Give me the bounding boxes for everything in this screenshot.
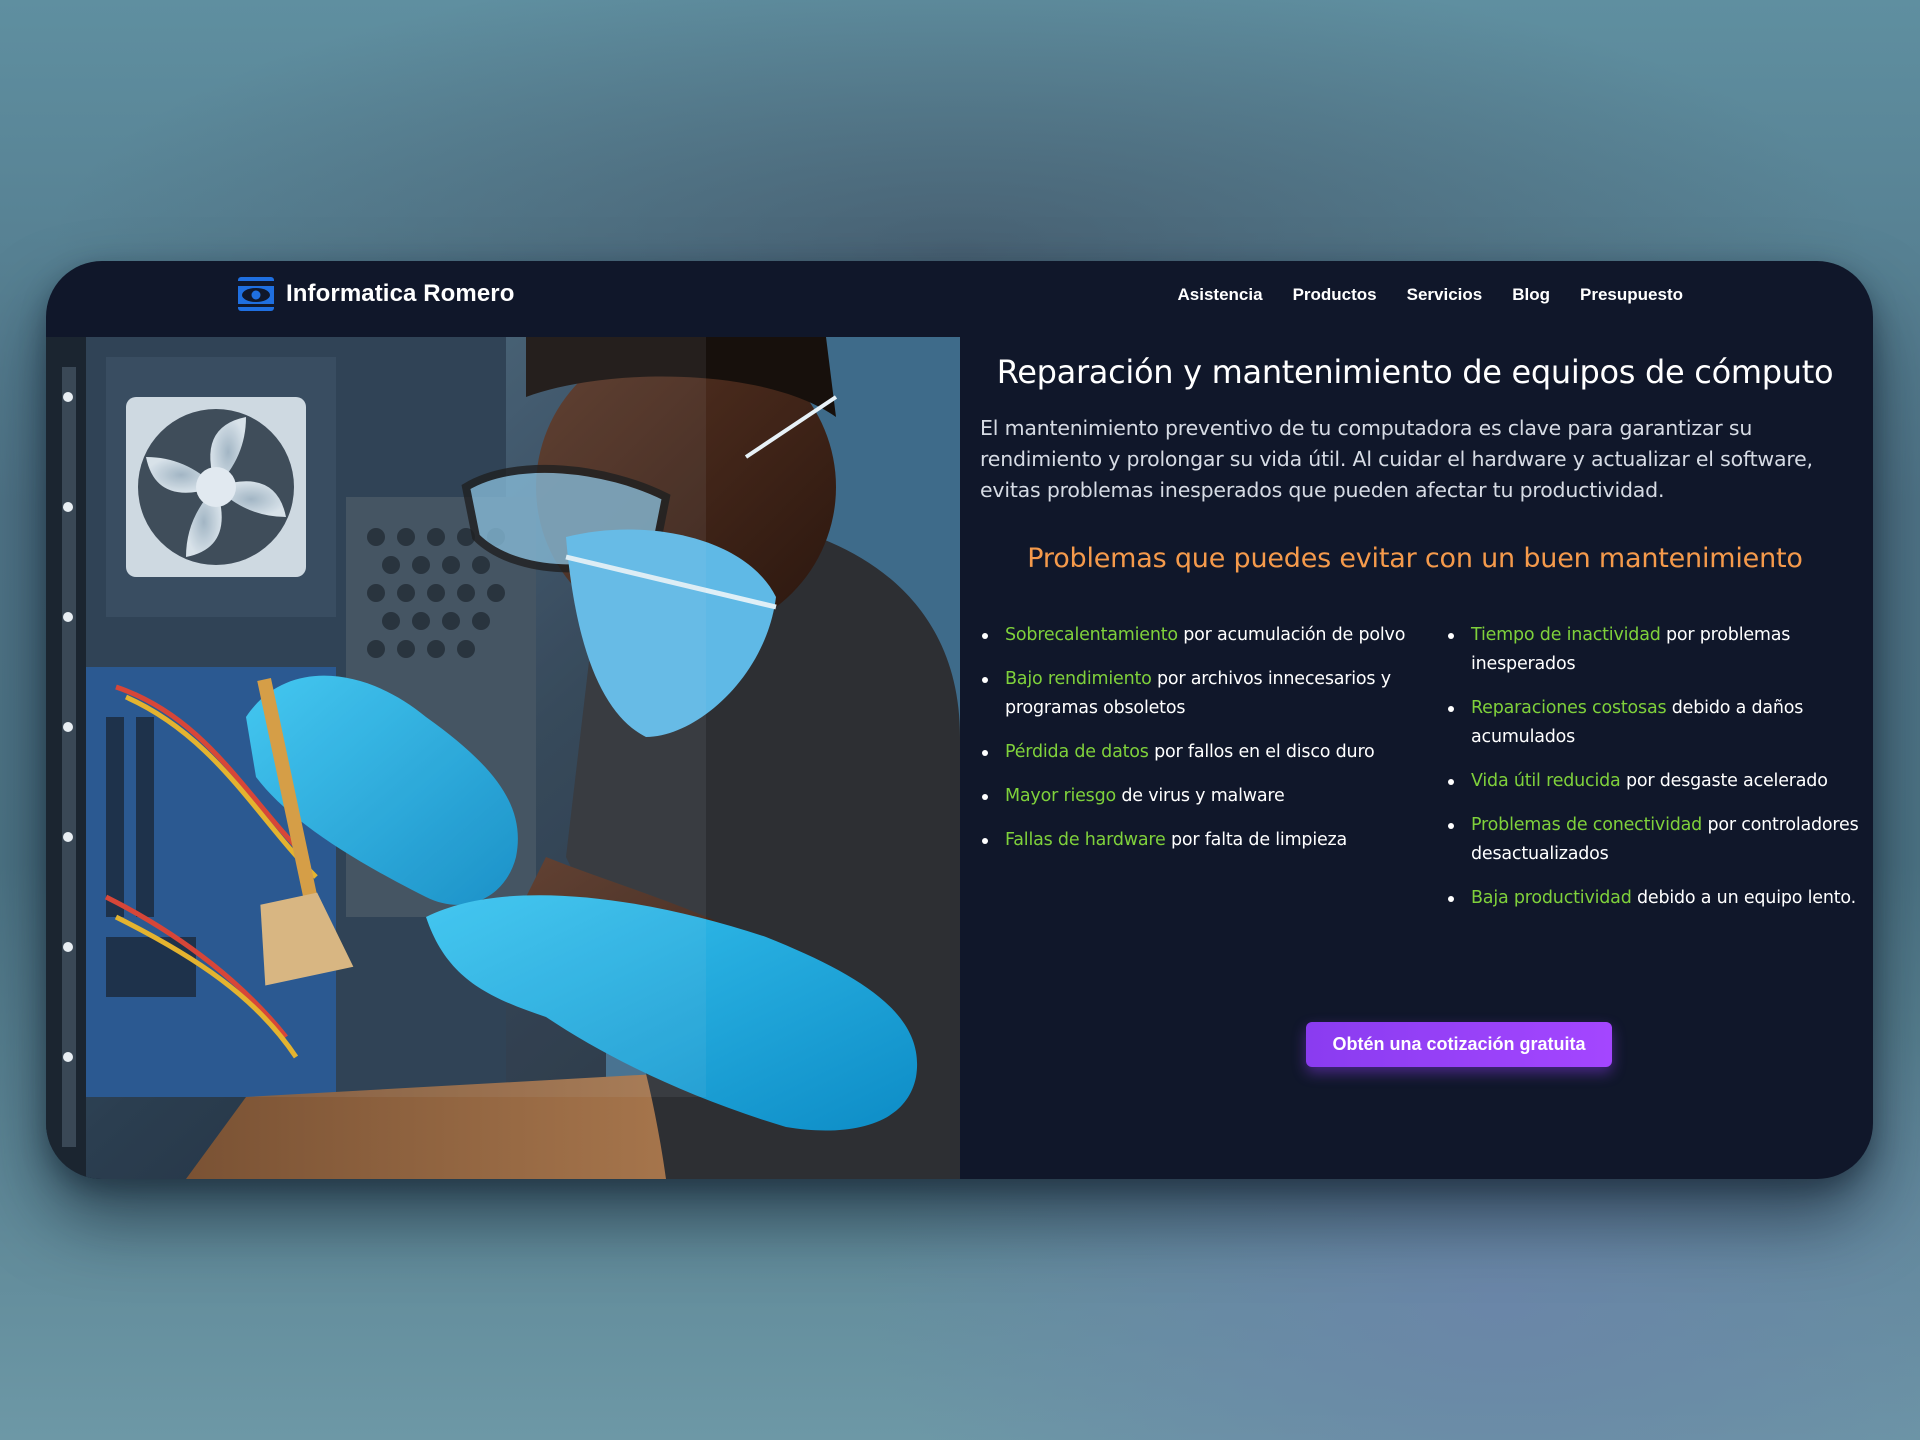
content-section: Reparación y mantenimiento de equipos de… xyxy=(980,337,1859,1179)
intro-paragraph: El mantenimiento preventivo de tu comput… xyxy=(980,416,1813,502)
problem-highlight: Reparaciones costosas xyxy=(1471,698,1667,718)
problem-text: por acumulación de polvo xyxy=(1177,625,1406,645)
problem-text: por desgaste acelerado xyxy=(1620,771,1828,791)
list-item: Bajo rendimiento por archivos innecesari… xyxy=(980,665,1410,723)
main-menu: Asistencia Productos Servicios Blog Pres… xyxy=(1178,285,1683,305)
eye-logo-icon xyxy=(238,277,274,311)
problem-highlight: Pérdida de datos xyxy=(1005,742,1149,762)
list-item: Pérdida de datos por fallos en el disco … xyxy=(980,738,1410,767)
list-item: Fallas de hardware por falta de limpieza xyxy=(980,826,1410,855)
problem-highlight: Tiempo de inactividad xyxy=(1471,625,1661,645)
get-free-quote-button[interactable]: Obtén una cotización gratuita xyxy=(1306,1022,1612,1067)
problem-text: de virus y malware xyxy=(1116,786,1285,806)
list-item: Mayor riesgo de virus y malware xyxy=(980,782,1410,811)
brand-name: Informatica Romero xyxy=(286,280,515,307)
problems-heading: Problemas que puedes evitar con un buen … xyxy=(1027,543,1803,574)
problem-text: por fallos en el disco duro xyxy=(1148,742,1375,762)
top-nav: Informatica Romero Asistencia Productos … xyxy=(46,261,1873,337)
list-item: Reparaciones costosas debido a daños acu… xyxy=(1446,694,1866,752)
technician-cleaning-computer-photo xyxy=(46,337,960,1179)
list-item: Problemas de conectividad por controlado… xyxy=(1446,811,1866,869)
nav-item-asistencia[interactable]: Asistencia xyxy=(1178,285,1263,305)
problems-list-left: Sobrecalentamiento por acumulación de po… xyxy=(980,621,1410,870)
problem-highlight: Problemas de conectividad xyxy=(1471,815,1703,835)
nav-item-blog[interactable]: Blog xyxy=(1512,285,1550,305)
nav-item-productos[interactable]: Productos xyxy=(1293,285,1377,305)
main-card: Informatica Romero Asistencia Productos … xyxy=(46,261,1873,1179)
problem-text: por falta de limpieza xyxy=(1165,830,1348,850)
problem-highlight: Bajo rendimiento xyxy=(1005,669,1152,689)
problem-highlight: Baja productividad xyxy=(1471,888,1632,908)
list-item: Sobrecalentamiento por acumulación de po… xyxy=(980,621,1410,650)
brand-logo[interactable]: Informatica Romero xyxy=(238,277,515,311)
list-item: Baja productividad debido a un equipo le… xyxy=(1446,884,1866,913)
nav-item-presupuesto[interactable]: Presupuesto xyxy=(1580,285,1683,305)
problem-highlight: Mayor riesgo xyxy=(1005,786,1116,806)
page-title: Reparación y mantenimiento de equipos de… xyxy=(996,353,1834,391)
problems-list-right: Tiempo de inactividad por problemas ines… xyxy=(1446,621,1866,928)
list-item: Vida útil reducida por desgaste acelerad… xyxy=(1446,767,1866,796)
problem-highlight: Vida útil reducida xyxy=(1471,771,1621,791)
list-item: Tiempo de inactividad por problemas ines… xyxy=(1446,621,1866,679)
problem-text: debido a un equipo lento. xyxy=(1631,888,1856,908)
nav-item-servicios[interactable]: Servicios xyxy=(1407,285,1483,305)
problem-highlight: Sobrecalentamiento xyxy=(1005,625,1178,645)
problem-highlight: Fallas de hardware xyxy=(1005,830,1166,850)
